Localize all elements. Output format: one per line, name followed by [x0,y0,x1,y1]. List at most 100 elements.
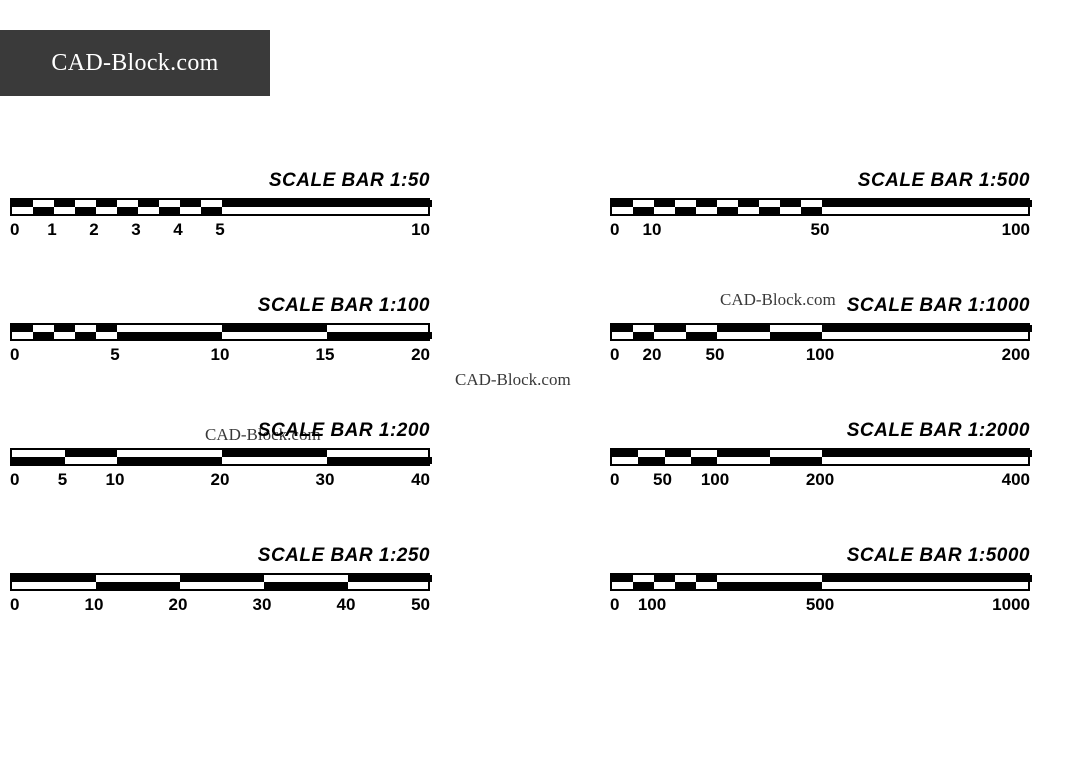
scale-tick: 1 [47,220,56,240]
scale-segment [117,332,222,339]
scale-segment [717,325,770,332]
scale-tick-row: 0 100 500 1000 [610,595,1030,617]
scale-segment [159,207,180,214]
scale-segment [327,332,432,339]
scale-segment [54,325,75,332]
scale-tick: 500 [806,595,834,615]
scale-segment [633,582,654,589]
scale-tick: 5 [58,470,67,490]
scale-segment [222,325,327,332]
scale-tick: 20 [411,345,430,365]
scale-tick: 100 [638,595,666,615]
scale-bar-title: SCALE BAR 1:2000 [847,420,1030,442]
scale-segment [54,200,75,207]
scale-bar-title: SCALE BAR 1:500 [858,170,1030,192]
scale-tick: 20 [211,470,230,490]
scale-segment [138,200,159,207]
scale-tick-row: 0 50 100 200 400 [610,470,1030,492]
scale-tick: 400 [1002,470,1030,490]
scale-tick: 40 [337,595,356,615]
scale-segment [33,207,54,214]
scale-tick: 20 [643,345,662,365]
brand-text: CAD-Block.com [51,50,218,77]
scale-bar-graphic [610,448,1030,466]
scale-segment [717,450,770,457]
scale-bar-graphic [10,448,430,466]
scale-segment [654,575,675,582]
scale-segment [654,325,686,332]
scale-tick: 50 [411,595,430,615]
scale-bar-graphic [610,323,1030,341]
scale-tick: 30 [316,470,335,490]
scale-tick: 100 [701,470,729,490]
scale-segment [12,575,96,582]
scale-bar-graphic [10,198,430,216]
scale-bar-graphic [10,323,430,341]
scale-segment [822,575,1032,582]
scale-tick: 1000 [992,595,1030,615]
scale-tick: 10 [106,470,125,490]
scale-segment [696,200,717,207]
scale-tick: 30 [253,595,272,615]
scale-segment [96,582,180,589]
scale-segment [117,457,222,464]
scale-segment [770,332,823,339]
scale-tick: 10 [643,220,662,240]
scale-segment [117,207,138,214]
scale-bar-graphic [10,573,430,591]
watermark-text: CAD-Block.com [455,370,571,390]
scale-segment [12,325,33,332]
scale-segment [612,450,638,457]
scale-tick: 50 [706,345,725,365]
scale-tick-row: 0510203040 [10,470,430,492]
scale-tick: 200 [806,470,834,490]
scale-segment [633,332,654,339]
scale-segment [327,457,432,464]
scale-segment [612,575,633,582]
scale-tick: 5 [110,345,119,365]
scale-tick: 5 [215,220,224,240]
scale-segment [686,332,718,339]
scale-segment [822,450,1032,457]
scale-segment [12,200,33,207]
scale-bar-title: SCALE BAR 1:1000 [847,295,1030,317]
scale-segment [691,457,717,464]
scale-tick: 15 [316,345,335,365]
scale-segment [638,457,664,464]
scale-tick: 100 [1002,220,1030,240]
scale-segment [654,200,675,207]
scale-tick: 3 [131,220,140,240]
brand-logo: CAD-Block.com [0,30,270,96]
scale-tick: 100 [806,345,834,365]
scale-tick: 0 [610,595,619,615]
watermark-text: CAD-Block.com [720,290,836,310]
scale-segment [65,450,118,457]
scale-segment [822,325,1032,332]
scale-segment [222,450,327,457]
scale-bar-graphic [610,573,1030,591]
scale-segment [759,207,780,214]
scale-tick: 0 [10,595,19,615]
scale-tick: 0 [610,470,619,490]
scale-segment [696,575,717,582]
scale-segment [665,450,691,457]
scale-bar-title: SCALE BAR 1:5000 [847,545,1030,567]
scale-segment [738,200,759,207]
scale-tick-row: 05101520 [10,345,430,367]
scale-tick: 10 [85,595,104,615]
scale-tick: 200 [1002,345,1030,365]
scale-segment [180,200,201,207]
scale-tick: 50 [653,470,672,490]
scale-tick-row: 01050100 [610,220,1030,242]
scale-segment [675,582,696,589]
scale-bar-graphic [610,198,1030,216]
scale-tick: 0 [10,220,19,240]
scale-tick: 10 [211,345,230,365]
scale-segment [612,325,633,332]
scale-segment [264,582,348,589]
scale-segment [675,207,696,214]
scale-segment [612,200,633,207]
watermark-text: CAD-Block.com [205,425,321,445]
cad-scale-bars-sheet: CAD-Block.com SCALE BAR 1:5001234510SCAL… [0,0,1080,760]
scale-segment [801,207,822,214]
